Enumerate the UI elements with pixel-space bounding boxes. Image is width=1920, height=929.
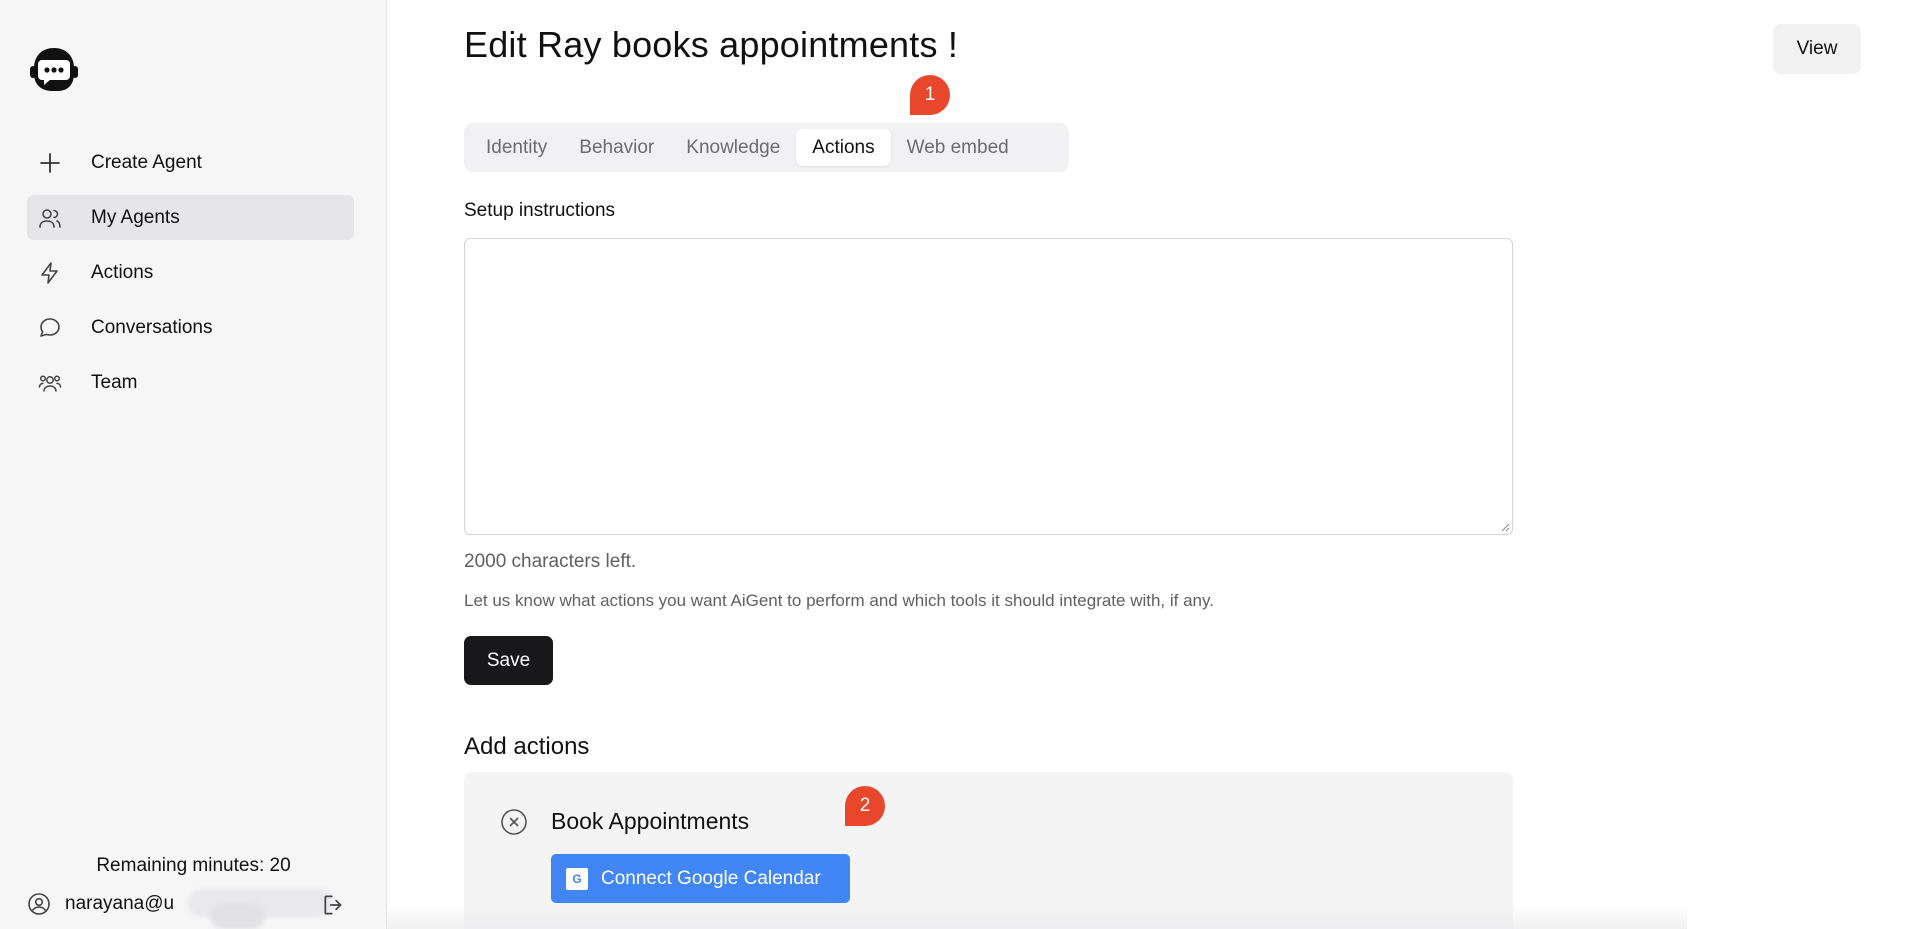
tab-actions[interactable]: Actions: [796, 129, 891, 166]
user-circle-icon[interactable]: [27, 892, 51, 916]
chat-bubble-icon: [37, 315, 63, 341]
setup-help-text: Let us know what actions you want AiGent…: [464, 591, 1214, 610]
setup-instructions-label: Setup instructions: [464, 200, 616, 221]
users-icon: [37, 205, 63, 231]
sidebar-item-label: Actions: [91, 261, 154, 283]
page-title: Edit Ray books appointments !: [464, 24, 959, 65]
characters-left: 2000 characters left.: [464, 551, 637, 572]
tab-knowledge[interactable]: Knowledge: [670, 129, 796, 166]
sidebar-item-create-agent[interactable]: Create Agent: [27, 140, 354, 185]
user-account-row: narayana@u: [27, 889, 357, 929]
google-logo-icon: G: [566, 867, 588, 890]
action-card-book-appointments: Book Appointments G Connect Google Calen…: [464, 772, 1513, 929]
sidebar-item-my-agents[interactable]: My Agents: [27, 195, 354, 240]
sidebar-item-label: Team: [91, 371, 138, 393]
agent-tabs: Identity Behavior Knowledge Actions Web …: [464, 123, 1069, 172]
view-button[interactable]: View: [1773, 24, 1861, 74]
app-logo-icon[interactable]: [28, 44, 80, 96]
team-icon: [37, 370, 63, 396]
remove-circle-x-icon[interactable]: [499, 807, 529, 837]
add-actions-heading: Add actions: [464, 733, 590, 760]
sidebar-item-label: My Agents: [91, 206, 180, 228]
resize-grip-icon[interactable]: [1500, 522, 1510, 532]
action-name: Book Appointments: [551, 808, 750, 834]
step-badge-2: 2: [845, 786, 885, 826]
sidebar-item-label: Conversations: [91, 316, 213, 338]
logout-icon[interactable]: [321, 892, 347, 918]
sidebar-item-label: Create Agent: [91, 151, 202, 173]
remaining-minutes: Remaining minutes: 20: [96, 855, 291, 876]
sidebar-item-team[interactable]: Team: [27, 360, 354, 405]
user-email: narayana@u: [65, 889, 333, 929]
redaction-blur: [210, 903, 265, 929]
bolt-icon: [37, 260, 63, 286]
save-button[interactable]: Save: [464, 636, 553, 685]
tab-web-embed[interactable]: Web embed: [891, 129, 1025, 166]
plus-icon: [37, 150, 63, 176]
sidebar-item-conversations[interactable]: Conversations: [27, 305, 354, 350]
sidebar-nav: Create Agent My Agents Actions Conversat…: [27, 140, 354, 415]
connect-button-label: Connect Google Calendar: [601, 867, 821, 889]
setup-instructions-textarea[interactable]: [464, 238, 1513, 535]
sidebar-item-actions[interactable]: Actions: [27, 250, 354, 295]
connect-google-calendar-button[interactable]: G Connect Google Calendar: [551, 854, 850, 903]
sidebar: Create Agent My Agents Actions Conversat…: [0, 0, 387, 929]
step-badge-1: 1: [910, 75, 950, 115]
tab-behavior[interactable]: Behavior: [563, 129, 670, 166]
tab-identity[interactable]: Identity: [470, 129, 563, 166]
